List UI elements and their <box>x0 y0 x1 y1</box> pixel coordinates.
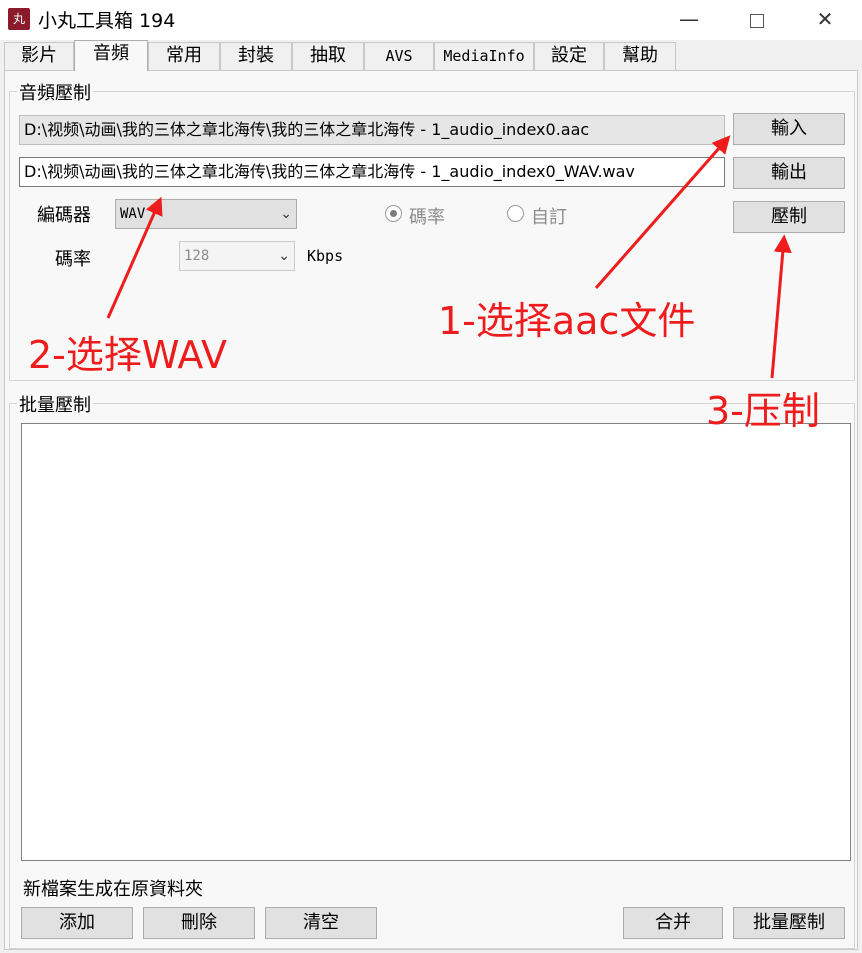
tab-avs[interactable]: AVS <box>364 42 434 70</box>
radio-bitrate-label: 碼率 <box>409 207 445 228</box>
input-button[interactable]: 輸入 <box>733 113 845 145</box>
batch-file-list[interactable] <box>21 423 851 861</box>
encoder-label: 編碼器 <box>37 205 91 226</box>
tab-common[interactable]: 常用 <box>148 42 220 70</box>
maximize-button[interactable] <box>728 0 786 40</box>
chevron-down-icon: ⌄ <box>278 248 290 264</box>
batch-note: 新檔案生成在原資料夾 <box>23 879 203 900</box>
tab-mediainfo[interactable]: MediaInfo <box>434 42 534 70</box>
encoder-select[interactable]: WAV ⌄ <box>115 199 297 229</box>
annotation-step1: 1-选择aac文件 <box>438 299 696 343</box>
tab-audio[interactable]: 音頻 <box>74 40 148 71</box>
minimize-button[interactable]: — <box>660 0 718 40</box>
window-title: 小丸工具箱 194 <box>38 10 176 32</box>
merge-button[interactable]: 合并 <box>623 907 723 939</box>
app-icon: 丸 <box>8 8 30 30</box>
encode-button[interactable]: 壓制 <box>733 201 845 233</box>
output-path-field[interactable]: D:\视频\动画\我的三体之章北海传\我的三体之章北海传 - 1_audio_i… <box>19 157 725 187</box>
annotation-step3: 3-压制 <box>706 389 820 433</box>
tab-mux[interactable]: 封裝 <box>220 42 292 70</box>
batch-encode-group-label: 批量壓制 <box>17 391 93 417</box>
radio-bitrate[interactable] <box>385 205 402 222</box>
radio-custom[interactable] <box>507 205 524 222</box>
maximize-icon <box>750 13 764 28</box>
tab-settings[interactable]: 設定 <box>534 42 604 70</box>
bitrate-unit: Kbps <box>307 247 344 265</box>
encoder-select-value: WAV <box>120 206 146 222</box>
add-button[interactable]: 添加 <box>21 907 133 939</box>
audio-tab-panel: 音頻壓制 D:\视频\动画\我的三体之章北海传\我的三体之章北海传 - 1_au… <box>4 70 858 950</box>
radio-custom-label: 自訂 <box>531 207 567 228</box>
output-button[interactable]: 輸出 <box>733 157 845 189</box>
tab-video[interactable]: 影片 <box>4 42 74 70</box>
tab-extract[interactable]: 抽取 <box>292 42 364 70</box>
audio-encode-group-label: 音頻壓制 <box>17 79 93 105</box>
chevron-down-icon: ⌄ <box>280 206 292 222</box>
title-bar: 丸 小丸工具箱 194 — ✕ <box>0 0 862 40</box>
annotation-step2: 2-选择WAV <box>28 333 227 377</box>
delete-button[interactable]: 刪除 <box>143 907 255 939</box>
batch-encode-button[interactable]: 批量壓制 <box>733 907 845 939</box>
bitrate-select-value: 128 <box>184 248 210 264</box>
close-button[interactable]: ✕ <box>796 0 854 40</box>
bitrate-label: 碼率 <box>55 249 91 270</box>
tab-help[interactable]: 幫助 <box>604 42 676 70</box>
bitrate-select[interactable]: 128 ⌄ <box>179 241 295 271</box>
input-path-field[interactable]: D:\视频\动画\我的三体之章北海传\我的三体之章北海传 - 1_audio_i… <box>19 115 725 145</box>
clear-button[interactable]: 清空 <box>265 907 377 939</box>
